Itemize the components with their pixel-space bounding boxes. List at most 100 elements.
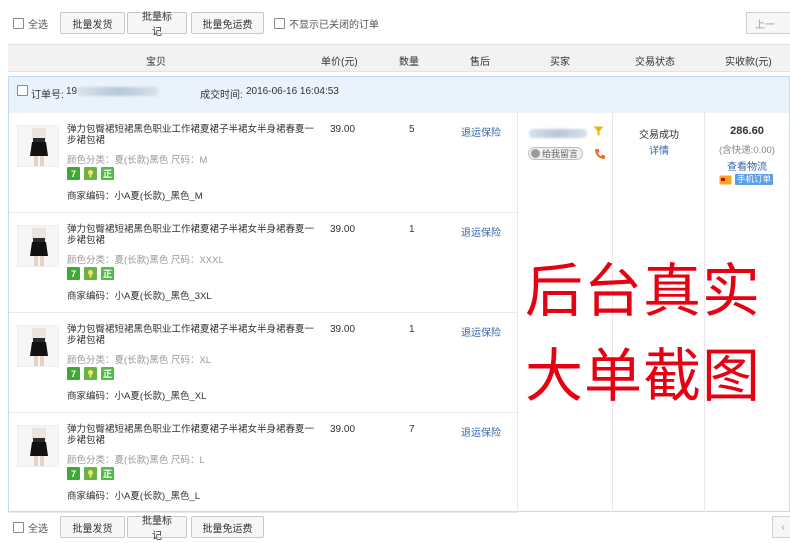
product-thumbnail[interactable]	[17, 325, 59, 367]
guarantee-icon[interactable]	[84, 167, 97, 180]
unit-price: 39.00	[330, 124, 356, 135]
guarantee-icon[interactable]	[84, 267, 97, 280]
guarantee-icon[interactable]	[84, 467, 97, 480]
order-item-row: 弹力包臀裙短裙黑色职业工作裙夏裙子半裙女半身裙春夏一步裙包裙颜色分类：夏(长款)…	[9, 213, 517, 313]
product-thumbnail[interactable]	[17, 225, 59, 267]
return-insurance-link[interactable]: 退运保险	[461, 424, 501, 439]
select-all-checkbox[interactable]	[13, 17, 24, 29]
select-all-label: 全选	[28, 19, 48, 31]
product-attributes: 颜色分类：夏(长款)黑色 尺码：XXXL	[67, 255, 224, 266]
mobile-order-label: 手机订单	[735, 174, 774, 185]
merchant-code: 商家编码：小A夏(长款)_黑色_3XL	[67, 291, 212, 302]
product-image	[18, 226, 58, 266]
merchant-code: 商家编码：小A夏(长款)_黑色_L	[67, 491, 201, 502]
return-insurance-link[interactable]: 退运保险	[461, 224, 501, 239]
leave-message-button[interactable]: 给我留言	[528, 147, 584, 160]
unit-price: 39.00	[330, 224, 356, 235]
batch-free-shipping-button[interactable]: 批量免运费	[191, 12, 264, 34]
order-item-row: 弹力包臀裙短裙黑色职业工作裙夏裙子半裙女半身裙春夏一步裙包裙颜色分类：夏(长款)…	[9, 113, 517, 213]
col-item: 宝贝	[146, 57, 166, 68]
order-checkbox[interactable]	[17, 85, 28, 96]
service-badges: 7正	[67, 467, 114, 480]
unit-price: 39.00	[330, 424, 356, 435]
order-detail-link[interactable]: 详情	[613, 142, 705, 157]
batch-mark-button[interactable]: 批量标记	[127, 12, 187, 38]
order-item-row: 弹力包臀裙短裙黑色职业工作裙夏裙子半裙女半身裙春夏一步裙包裙 颜色分类：夏(长款)…	[9, 313, 517, 413]
view-logistics-link[interactable]: 查看物流	[705, 158, 789, 173]
genuine-icon[interactable]: 正	[101, 167, 114, 180]
product-thumbnail[interactable]	[17, 425, 59, 467]
total-amount: 286.60	[730, 125, 764, 137]
chevron-left-icon[interactable]: ‹	[772, 516, 790, 538]
col-received: 实收款(元)	[725, 57, 772, 68]
service-badges: 7正	[67, 267, 114, 280]
batch-free-shipping-button-bottom[interactable]: 批量免运费	[191, 516, 264, 538]
top-toolbar: 全选 批量发货 批量标记 批量免运费 不显示已关闭的订单 上一	[0, 8, 790, 38]
return-insurance-link[interactable]: 退运保险	[461, 324, 501, 339]
service-badges: 7正	[67, 167, 114, 180]
batch-mark-button-bottom[interactable]: 批量标记	[127, 516, 187, 542]
message-bubble-icon	[531, 149, 540, 158]
product-attributes: 颜色分类：夏(长款)黑色 尺码：L	[67, 455, 205, 466]
hide-closed-checkbox[interactable]	[274, 17, 285, 29]
product-image	[18, 126, 58, 166]
product-thumbnail[interactable]	[17, 125, 59, 167]
merchant-code: 商家编码：小A夏(长款)_黑色_M	[67, 191, 203, 202]
select-all-checkbox-bottom[interactable]	[13, 521, 24, 533]
order-time: 2016-06-16 16:04:53	[246, 86, 339, 97]
seven-day-return-icon[interactable]: 7	[67, 367, 80, 380]
quantity: 5	[409, 124, 415, 135]
product-image	[18, 326, 58, 366]
genuine-icon[interactable]: 正	[101, 267, 114, 280]
product-title[interactable]: 弹力包臀裙短裙黑色职业工作裙夏裙子半裙女半身裙春夏一步裙包裙	[67, 424, 322, 446]
order-number-redacted	[77, 87, 159, 96]
quantity: 1	[409, 224, 415, 235]
seven-day-return-icon[interactable]: 7	[67, 467, 80, 480]
select-all-bottom[interactable]: 全选	[13, 520, 48, 535]
order-header: 订单号: 19 成交时间: 2016-06-16 16:04:53	[9, 77, 789, 113]
select-all-top[interactable]: 全选	[13, 16, 48, 31]
shipping-fee: (含快递:0.00)	[719, 145, 775, 156]
mobile-order-icon	[719, 175, 732, 184]
col-after-sale: 售后	[470, 57, 490, 68]
divider-buyer	[517, 113, 518, 513]
overlay-line-2: 大单截图	[525, 342, 762, 410]
funnel-icon[interactable]	[593, 126, 604, 137]
product-attributes: 颜色分类：夏(长款)黑色 尺码：M	[67, 155, 208, 166]
seven-day-return-icon[interactable]: 7	[67, 267, 80, 280]
order-number-label: 订单号:	[31, 90, 64, 101]
batch-ship-button[interactable]: 批量发货	[60, 12, 125, 34]
product-title[interactable]: 弹力包臀裙短裙黑色职业工作裙夏裙子半裙女半身裙春夏一步裙包裙	[67, 224, 322, 246]
order-item-row: 弹力包臀裙短裙黑色职业工作裙夏裙子半裙女半身裙春夏一步裙包裙颜色分类：夏(长款)…	[9, 413, 517, 513]
prev-page-button[interactable]: 上一	[746, 12, 790, 34]
service-badges: 7正	[67, 367, 114, 380]
genuine-icon[interactable]: 正	[101, 467, 114, 480]
select-all-label-bottom: 全选	[28, 523, 48, 535]
trade-status: 交易成功	[639, 130, 679, 141]
order-number: 19	[66, 86, 78, 97]
product-title[interactable]: 弹力包臀裙短裙黑色职业工作裙夏裙子半裙女半身裙春夏一步裙包裙	[67, 324, 322, 346]
col-status: 交易状态	[635, 57, 675, 68]
overlay-line-1: 后台真实	[525, 257, 762, 325]
order-time-label: 成交时间:	[200, 90, 243, 101]
genuine-icon[interactable]: 正	[101, 367, 114, 380]
hide-closed-label: 不显示已关闭的订单	[289, 19, 379, 31]
unit-price: 39.00	[330, 324, 356, 335]
col-unit-price: 单价(元)	[321, 57, 358, 68]
quantity: 1	[409, 324, 415, 335]
col-buyer: 买家	[550, 57, 570, 68]
seven-day-return-icon[interactable]: 7	[67, 167, 80, 180]
product-image	[18, 426, 58, 466]
buyer-name-redacted[interactable]	[529, 129, 587, 138]
hide-closed-orders[interactable]: 不显示已关闭的订单	[274, 16, 379, 31]
guarantee-icon[interactable]	[84, 367, 97, 380]
product-title[interactable]: 弹力包臀裙短裙黑色职业工作裙夏裙子半裙女半身裙春夏一步裙包裙	[67, 124, 322, 146]
bottom-toolbar: 全选 批量发货 批量标记 批量免运费 ‹	[0, 512, 790, 542]
quantity: 7	[409, 424, 415, 435]
col-quantity: 数量	[399, 57, 419, 68]
mobile-order-tag: 手机订单	[719, 174, 774, 185]
batch-ship-button-bottom[interactable]: 批量发货	[60, 516, 125, 538]
return-insurance-link[interactable]: 退运保险	[461, 124, 501, 139]
phone-icon[interactable]	[594, 148, 606, 160]
merchant-code: 商家编码：小A夏(长款)_黑色_XL	[67, 391, 207, 402]
